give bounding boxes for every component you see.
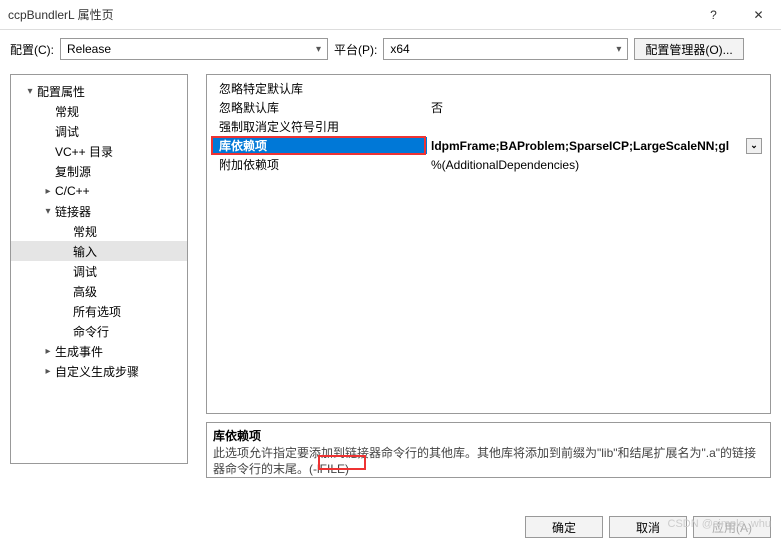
tree-item[interactable]: ▸生成事件: [11, 341, 187, 361]
tree-item[interactable]: ▸自定义生成步骤: [11, 361, 187, 381]
tree-item-label: 命令行: [73, 323, 109, 340]
tree-item[interactable]: VC++ 目录: [11, 141, 187, 161]
property-row[interactable]: 附加依赖项%(AdditionalDependencies): [213, 155, 764, 174]
config-combo[interactable]: Release▾: [60, 38, 328, 60]
tree-item[interactable]: 调试: [11, 121, 187, 141]
tree-item[interactable]: ▾链接器: [11, 201, 187, 221]
nav-tree[interactable]: ▾配置属性常规调试VC++ 目录复制源▸C/C++▾链接器常规输入调试高级所有选…: [10, 74, 188, 464]
property-row[interactable]: 忽略特定默认库: [213, 79, 764, 98]
config-manager-button[interactable]: 配置管理器(O)...: [634, 38, 743, 60]
property-row[interactable]: 库依赖项ldpmFrame;BAProblem;SparseICP;LargeS…: [213, 136, 764, 155]
description-panel: 库依赖项 此选项允许指定要添加到链接器命令行的其他库。其他库将添加到前缀为"li…: [206, 422, 771, 478]
tree-item[interactable]: 常规: [11, 221, 187, 241]
tree-item[interactable]: 调试: [11, 261, 187, 281]
platform-label: 平台(P):: [334, 41, 377, 58]
tree-item-label: 自定义生成步骤: [55, 363, 139, 380]
property-key: 库依赖项: [213, 137, 427, 154]
property-value[interactable]: 否: [427, 99, 764, 116]
description-text: 此选项允许指定要添加到链接器命令行的其他库。其他库将添加到前缀为"lib"和结尾…: [213, 446, 764, 477]
tree-item-label: 输入: [73, 243, 97, 260]
tree-item[interactable]: ▸C/C++: [11, 181, 187, 201]
cancel-button[interactable]: 取消: [609, 516, 687, 538]
ok-button[interactable]: 确定: [525, 516, 603, 538]
tree-item-label: VC++ 目录: [55, 143, 113, 160]
description-title: 库依赖项: [213, 427, 764, 444]
tree-item-label: 调试: [73, 263, 97, 280]
tree-item-label: 生成事件: [55, 343, 103, 360]
property-grid[interactable]: 忽略特定默认库忽略默认库否强制取消定义符号引用库依赖项ldpmFrame;BAP…: [206, 74, 771, 414]
config-label: 配置(C):: [10, 41, 54, 58]
tree-item[interactable]: 所有选项: [11, 301, 187, 321]
tree-item-label: 配置属性: [37, 83, 85, 100]
close-button[interactable]: ✕: [736, 0, 781, 30]
property-row[interactable]: 强制取消定义符号引用: [213, 117, 764, 136]
dropdown-icon[interactable]: ⌄: [746, 138, 762, 154]
chevron-down-icon: ▾: [316, 44, 321, 55]
window-title: ccpBundlerL 属性页: [8, 6, 691, 23]
tree-item[interactable]: 高级: [11, 281, 187, 301]
property-key: 附加依赖项: [213, 156, 427, 173]
tree-item-label: 链接器: [55, 203, 91, 220]
property-row[interactable]: 忽略默认库否: [213, 98, 764, 117]
tree-arrow-icon: ▸: [41, 186, 55, 197]
tree-item[interactable]: 常规: [11, 101, 187, 121]
tree-item-label: 高级: [73, 283, 97, 300]
tree-item-label: 常规: [73, 223, 97, 240]
platform-combo[interactable]: x64▾: [383, 38, 628, 60]
tree-arrow-icon: ▾: [41, 206, 55, 217]
property-key: 强制取消定义符号引用: [213, 118, 427, 135]
apply-button[interactable]: 应用(A): [693, 516, 771, 538]
property-value[interactable]: ldpmFrame;BAProblem;SparseICP;LargeScale…: [427, 138, 764, 154]
tree-item-label: 复制源: [55, 163, 91, 180]
tree-item[interactable]: 命令行: [11, 321, 187, 341]
tree-item-label: C/C++: [55, 184, 90, 198]
tree-arrow-icon: ▾: [23, 86, 37, 97]
property-value[interactable]: %(AdditionalDependencies): [427, 158, 764, 172]
tree-item[interactable]: 复制源: [11, 161, 187, 181]
help-button[interactable]: ?: [691, 0, 736, 30]
tree-item[interactable]: 输入: [11, 241, 187, 261]
tree-item-label: 常规: [55, 103, 79, 120]
property-key: 忽略特定默认库: [213, 80, 427, 97]
chevron-down-icon: ▾: [616, 44, 621, 55]
tree-arrow-icon: ▸: [41, 366, 55, 377]
tree-item-label: 所有选项: [73, 303, 121, 320]
tree-item-label: 调试: [55, 123, 79, 140]
property-key: 忽略默认库: [213, 99, 427, 116]
tree-item[interactable]: ▾配置属性: [11, 81, 187, 101]
tree-arrow-icon: ▸: [41, 346, 55, 357]
